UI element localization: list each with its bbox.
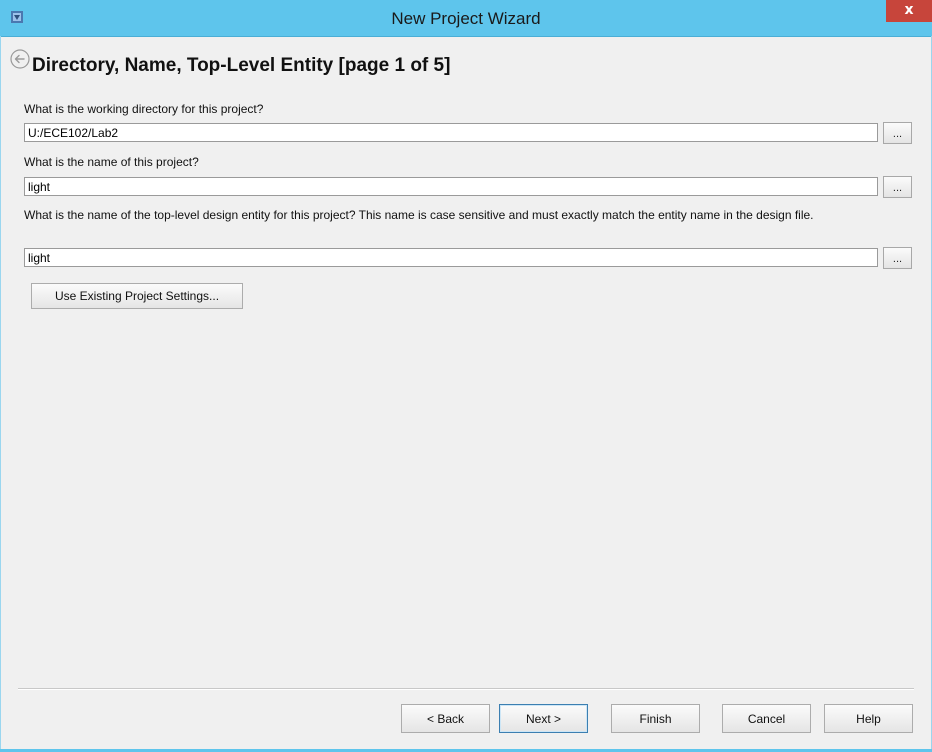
back-arrow-icon[interactable] (9, 48, 31, 70)
project-name-input[interactable] (24, 177, 878, 196)
top-level-entity-input[interactable] (24, 248, 878, 267)
page-title: Directory, Name, Top-Level Entity [page … (32, 55, 451, 76)
close-button[interactable]: x (886, 0, 932, 22)
directory-browse-button[interactable]: ... (883, 122, 912, 144)
footer-separator (18, 688, 914, 690)
title-bar[interactable]: New Project Wizard x (0, 0, 932, 37)
project-name-browse-button[interactable]: ... (883, 176, 912, 198)
back-button[interactable]: < Back (401, 704, 490, 733)
finish-button[interactable]: Finish (611, 704, 700, 733)
next-button[interactable]: Next > (499, 704, 588, 733)
use-existing-settings-button[interactable]: Use Existing Project Settings... (31, 283, 243, 309)
top-level-entity-label: What is the name of the top-level design… (24, 208, 814, 222)
cancel-button[interactable]: Cancel (722, 704, 811, 733)
directory-input[interactable] (24, 123, 878, 142)
close-icon: x (904, 2, 914, 18)
window-frame-left (0, 36, 1, 752)
project-name-label: What is the name of this project? (24, 155, 199, 169)
top-level-entity-browse-button[interactable]: ... (883, 247, 912, 269)
help-button[interactable]: Help (824, 704, 913, 733)
window-title: New Project Wizard (391, 9, 541, 28)
directory-label: What is the working directory for this p… (24, 102, 264, 116)
